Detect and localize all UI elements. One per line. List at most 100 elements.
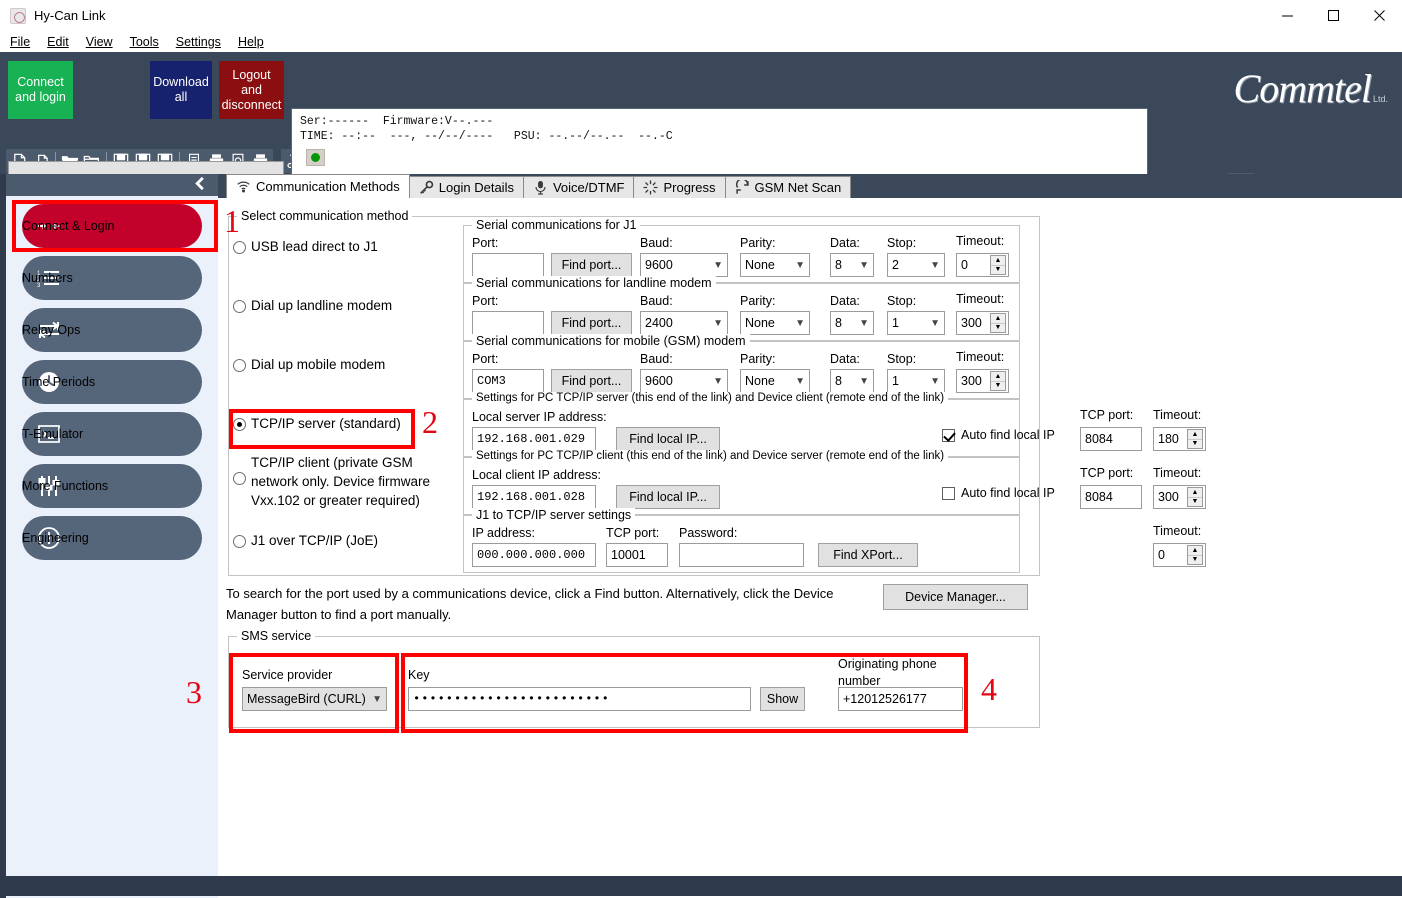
stop-select[interactable]: 2 ▼ — [887, 253, 945, 277]
show-key-button[interactable]: Show — [760, 687, 805, 711]
data-select[interactable]: 8 ▼ — [830, 253, 874, 277]
stop-select[interactable]: 1 ▼ — [887, 369, 945, 393]
radio-dial-landline[interactable]: Dial up landline modem — [233, 298, 433, 313]
port-input[interactable]: COM3 — [472, 369, 544, 393]
spinner-down-icon[interactable]: ▼ — [1188, 556, 1202, 565]
stop-select[interactable]: 1 ▼ — [887, 311, 945, 335]
radio-label: TCP/IP client (private GSM network only.… — [251, 455, 431, 508]
sidebar-item-connect-login[interactable]: Connect & Login — [22, 204, 202, 248]
menu-file[interactable]: File — [10, 35, 30, 49]
sidebar-item-t-emulator[interactable]: T-Emulator — [22, 412, 202, 456]
sidebar-item-time-periods[interactable]: Time Periods — [22, 360, 202, 404]
spinner-up-icon[interactable]: ▲ — [1188, 546, 1202, 556]
key-input[interactable]: •••••••••••••••••••••••• — [408, 687, 751, 711]
data-select[interactable]: 8 ▼ — [830, 311, 874, 335]
sidebar-item-relay-ops[interactable]: Relay Ops — [22, 308, 202, 352]
baud-label: Baud: — [640, 352, 673, 366]
chevron-left-icon[interactable] — [192, 175, 208, 195]
sidebar-item-more-functions[interactable]: More Functions — [22, 464, 202, 508]
timeout-spinner[interactable]: 300 ▲ ▼ — [956, 369, 1009, 393]
tcp-port-input[interactable]: 8084 — [1080, 427, 1142, 451]
menu-tools[interactable]: Tools — [130, 35, 159, 49]
baud-select[interactable]: 2400 ▼ — [640, 311, 728, 335]
originating-phone-input[interactable]: +12012526177 — [838, 687, 963, 711]
radio-j1-over-tcpip[interactable]: J1 over TCP/IP (JoE) — [233, 533, 433, 548]
timeout-spinner[interactable]: 0 ▲ ▼ — [1153, 543, 1206, 567]
ip-address-input[interactable]: 000.000.000.000 — [472, 543, 596, 567]
parity-select[interactable]: None ▼ — [740, 369, 810, 393]
timeout-spinner[interactable]: 0 ▲ ▼ — [956, 253, 1009, 277]
spinner-up-icon[interactable]: ▲ — [991, 372, 1005, 382]
find-port-button[interactable]: Find port... — [551, 369, 632, 393]
data-select[interactable]: 8 ▼ — [830, 369, 874, 393]
tab-voice-dtmf[interactable]: Voice/DTMF — [522, 176, 635, 198]
tab-communication-methods[interactable]: Communication Methods — [226, 174, 410, 198]
port-label: Port: — [472, 236, 499, 250]
find-local-ip-button[interactable]: Find local IP... — [616, 485, 720, 509]
find-port-button[interactable]: Find port... — [551, 311, 632, 335]
spinner-up-icon[interactable]: ▲ — [991, 256, 1005, 266]
spinner-down-icon[interactable]: ▼ — [1188, 440, 1202, 449]
password-input[interactable] — [679, 543, 804, 567]
parity-select[interactable]: None ▼ — [740, 253, 810, 277]
communication-methods-panel: Select communication method USB lead dir… — [186, 198, 1402, 898]
download-all-button[interactable]: Download all — [150, 61, 212, 119]
logout-and-disconnect-button[interactable]: Logout and disconnect — [219, 61, 284, 119]
port-input[interactable] — [472, 311, 544, 335]
timeout-spinner[interactable]: 300 ▲ ▼ — [1153, 485, 1206, 509]
local-server-ip-input[interactable]: 192.168.001.029 — [472, 427, 596, 451]
spinner-up-icon[interactable]: ▲ — [1188, 488, 1202, 498]
timeout-spinner[interactable]: 300 ▲ ▼ — [956, 311, 1009, 335]
spinner-up-icon[interactable]: ▲ — [991, 314, 1005, 324]
menu-help[interactable]: Help — [238, 35, 264, 49]
baud-select[interactable]: 9600 ▼ — [640, 369, 728, 393]
spinner-arrows[interactable]: ▲ ▼ — [990, 371, 1006, 391]
originating-phone-label: Originating phone number — [838, 657, 937, 688]
port-input[interactable] — [472, 253, 544, 277]
spinner-arrows[interactable]: ▲ ▼ — [990, 255, 1006, 275]
spinner-arrows[interactable]: ▲ ▼ — [990, 313, 1006, 333]
spinner-down-icon[interactable]: ▼ — [991, 382, 1005, 391]
menu-edit[interactable]: Edit — [47, 35, 69, 49]
timeout-spinner[interactable]: 180 ▲ ▼ — [1153, 427, 1206, 451]
find-port-button[interactable]: Find port... — [551, 253, 632, 277]
progress-icon — [643, 180, 659, 195]
sidebar-item-engineering[interactable]: Engineering — [22, 516, 202, 560]
find-local-ip-button[interactable]: Find local IP... — [616, 427, 720, 451]
maximize-button[interactable] — [1310, 0, 1356, 31]
radio-dial-mobile[interactable]: Dial up mobile modem — [233, 357, 433, 372]
radio-tcpip-client[interactable]: TCP/IP client (private GSM network only.… — [233, 453, 438, 510]
radio-usb-lead[interactable]: USB lead direct to J1 — [233, 239, 433, 254]
tab-login-details[interactable]: Login Details — [408, 176, 524, 198]
menu-settings[interactable]: Settings — [176, 35, 221, 49]
tab-gsm-net-scan[interactable]: GSM Net Scan — [724, 176, 852, 198]
local-client-ip-input[interactable]: 192.168.001.028 — [472, 485, 596, 509]
spinner-up-icon[interactable]: ▲ — [1188, 430, 1202, 440]
spinner-down-icon[interactable]: ▼ — [1188, 498, 1202, 507]
spinner-down-icon[interactable]: ▼ — [991, 266, 1005, 275]
baud-label: Baud: — [640, 294, 673, 308]
tcp-port-input[interactable]: 10001 — [606, 543, 668, 567]
close-button[interactable] — [1356, 0, 1402, 31]
find-xport-button[interactable]: Find XPort... — [818, 543, 918, 567]
tab-progress[interactable]: Progress — [633, 176, 726, 198]
auto-find-local-ip-checkbox[interactable]: Auto find local IP — [942, 428, 1055, 442]
baud-select[interactable]: 9600 ▼ — [640, 253, 728, 277]
tcp-port-label: TCP port: — [1080, 408, 1134, 422]
menu-view[interactable]: View — [86, 35, 113, 49]
radio-tcpip-server[interactable]: TCP/IP server (standard) — [233, 416, 433, 431]
parity-select[interactable]: None ▼ — [740, 311, 810, 335]
tab-label: Communication Methods — [256, 179, 400, 194]
minimize-button[interactable] — [1264, 0, 1310, 31]
status-line-2: TIME: --:-- ---, --/--/---- PSU: --.--/-… — [300, 130, 673, 143]
tcp-port-input[interactable]: 8084 — [1080, 485, 1142, 509]
spinner-down-icon[interactable]: ▼ — [991, 324, 1005, 333]
connect-and-login-button[interactable]: Connect and login — [8, 61, 73, 119]
spinner-arrows[interactable]: ▲ ▼ — [1187, 487, 1203, 507]
spinner-arrows[interactable]: ▲ ▼ — [1187, 429, 1203, 449]
device-manager-button[interactable]: Device Manager... — [883, 584, 1028, 610]
sidebar-item-numbers[interactable]: 123 Numbers — [22, 256, 202, 300]
service-provider-select[interactable]: MessageBird (CURL) ▼ — [242, 687, 387, 711]
auto-find-local-ip-checkbox[interactable]: Auto find local IP — [942, 486, 1055, 500]
spinner-arrows[interactable]: ▲ ▼ — [1187, 545, 1203, 565]
